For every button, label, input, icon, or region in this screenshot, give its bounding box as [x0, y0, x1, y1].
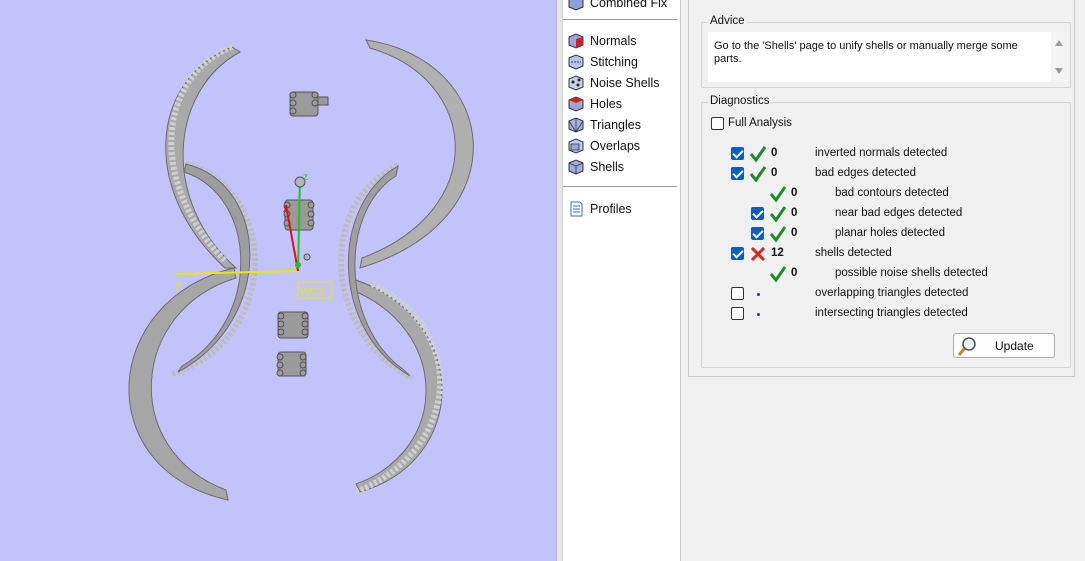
nav-item-profiles[interactable]: Profiles	[567, 199, 632, 219]
bad-contours-count: 0	[791, 187, 798, 199]
nav-label-triangles: Triangles	[590, 118, 641, 132]
triangles-cube-icon	[568, 117, 584, 133]
outer-ring-bottom-right	[351, 279, 443, 493]
nav-label-overlaps: Overlaps	[590, 139, 641, 153]
holes-cube-icon	[568, 96, 584, 112]
pending-dot-icon	[757, 293, 760, 296]
3d-viewport[interactable]: y z x WCS	[0, 0, 556, 561]
nav-item-stitching[interactable]: Stitching	[567, 52, 638, 72]
near-bad-edges-count: 0	[791, 207, 798, 219]
normals-cube-icon	[568, 33, 584, 49]
near-bad-edges-label: near bad edges detected	[835, 207, 963, 219]
update-button-label: Update	[995, 339, 1034, 353]
error-cross-icon	[750, 246, 766, 262]
advice-text: Go to the 'Shells' page to unify shells …	[714, 40, 1018, 65]
axis-z-line	[297, 176, 301, 272]
nav-item-noise-shells[interactable]: Noise Shells	[567, 73, 659, 93]
shells-checkbox[interactable]	[731, 247, 744, 260]
inverted-normals-checkbox[interactable]	[731, 147, 744, 160]
nav-item-triangles[interactable]: Triangles	[567, 115, 641, 135]
nav-item-normals[interactable]: Normals	[567, 31, 637, 51]
nav-label-noise-shells: Noise Shells	[590, 76, 660, 90]
noise-shells-count: 0	[791, 267, 798, 279]
analysis-panel: Advice Go to the 'Shells' page to unify …	[688, 0, 1075, 377]
scroll-up-icon[interactable]	[1055, 40, 1063, 46]
axis-y-line	[174, 270, 299, 275]
nav-item-overlaps[interactable]: Overlaps	[567, 136, 640, 156]
model-scene: y z x WCS	[128, 39, 474, 501]
bad-edges-checkbox[interactable]	[731, 167, 744, 180]
overlapping-triangles-label: overlapping triangles detected	[815, 287, 969, 299]
planar-holes-checkbox[interactable]	[751, 227, 764, 240]
small-part-lower-1	[277, 311, 309, 339]
overlaps-cube-icon	[568, 138, 584, 154]
diagnostics-title: Diagnostics	[708, 95, 772, 107]
nav-label-stitching: Stitching	[590, 55, 638, 69]
nav-item-shells[interactable]: Shells	[567, 157, 624, 177]
nav-item-holes[interactable]: Holes	[567, 94, 622, 114]
intersecting-triangles-checkbox[interactable]	[731, 307, 744, 320]
ok-check-icon	[769, 206, 787, 223]
ok-check-icon	[749, 166, 767, 183]
full-analysis-checkbox[interactable]	[711, 117, 724, 130]
panel-splitter[interactable]	[556, 0, 563, 561]
small-part-lower-2	[276, 351, 307, 377]
wcs-label: WCS	[300, 286, 326, 298]
bad-edges-count: 0	[771, 167, 778, 179]
diagnostics-group: Diagnostics Full Analysis 0 inverted nor…	[701, 95, 1071, 368]
intersecting-triangles-label: intersecting triangles detected	[815, 307, 968, 319]
shells-cube-icon	[568, 159, 584, 175]
inverted-normals-label: inverted normals detected	[815, 147, 948, 159]
axis-x-label: x	[283, 204, 288, 215]
advice-title: Advice	[708, 15, 747, 27]
outer-ring-top-left	[165, 46, 241, 269]
axis-y-label: y	[176, 279, 182, 291]
bad-edges-label: bad edges detected	[815, 167, 917, 179]
ok-check-icon	[769, 226, 787, 243]
inverted-normals-count: 0	[771, 147, 778, 159]
planar-holes-label: planar holes detected	[835, 227, 945, 239]
axis-origin-handle	[303, 253, 311, 261]
advice-group: Advice Go to the 'Shells' page to unify …	[701, 15, 1071, 88]
shells-label: shells detected	[815, 247, 892, 259]
pending-dot-icon	[757, 313, 760, 316]
analysis-panel-area: Advice Go to the 'Shells' page to unify …	[682, 0, 1085, 561]
axis-z-label: z	[303, 172, 308, 183]
update-button[interactable]: Update	[953, 333, 1055, 358]
magnifier-icon	[957, 337, 976, 356]
profiles-document-icon	[570, 201, 583, 217]
advice-scrollbar[interactable]	[1051, 32, 1068, 82]
ok-check-icon	[769, 186, 787, 203]
advice-textbox[interactable]: Go to the 'Shells' page to unify shells …	[708, 32, 1068, 82]
nav-label-shells: Shells	[590, 160, 625, 174]
nav-separator	[563, 19, 677, 20]
ok-check-icon	[749, 146, 767, 163]
combined-fix-cube-icon	[568, 0, 584, 11]
near-bad-edges-checkbox[interactable]	[751, 207, 764, 220]
nav-label-combined-fix: Combined Fix	[590, 0, 668, 10]
nav-label-normals: Normals	[590, 34, 637, 48]
outer-ring-bottom-left	[128, 267, 237, 501]
noise-shells-label: possible noise shells detected	[835, 267, 988, 279]
overlapping-triangles-checkbox[interactable]	[731, 287, 744, 300]
planar-holes-count: 0	[791, 227, 798, 239]
nav-separator-2	[563, 186, 677, 187]
nav-label-profiles: Profiles	[590, 202, 632, 216]
full-analysis-label: Full Analysis	[728, 117, 792, 129]
nav-item-combined-fix[interactable]: Combined Fix	[567, 0, 667, 13]
shells-count: 12	[771, 247, 784, 259]
small-part-top	[289, 91, 329, 117]
axis-origin	[295, 262, 301, 268]
repair-navigation: Combined Fix Normals Stitching Noise She…	[563, 0, 681, 561]
bad-contours-label: bad contours detected	[835, 187, 949, 199]
stitching-cube-icon	[568, 54, 584, 70]
ok-check-icon	[769, 266, 787, 283]
outer-ring-top-right	[359, 39, 474, 269]
noise-shells-cube-icon	[568, 75, 584, 91]
nav-label-holes: Holes	[590, 97, 622, 111]
scroll-down-icon[interactable]	[1055, 68, 1063, 74]
